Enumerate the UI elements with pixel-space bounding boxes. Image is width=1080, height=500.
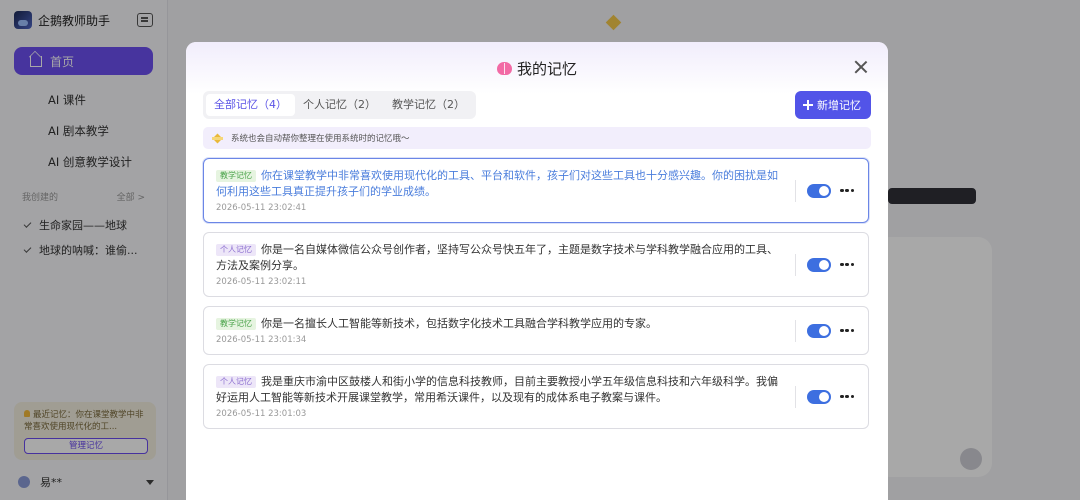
memory-date: 2026-05-11 23:02:41 xyxy=(216,203,307,213)
memory-tag: 教学记忆 xyxy=(216,170,256,182)
notice-text: 系统也会自动帮你整理在使用系统时的记忆哦～ xyxy=(231,134,410,144)
memory-enabled-toggle[interactable] xyxy=(807,183,831,198)
memory-content: 教学记忆 你在课堂教学中非常喜欢使用现代化的工具、平台和软件，孩子们对这些工具也十… xyxy=(216,168,778,200)
brain-icon xyxy=(496,61,512,75)
memory-tag: 个人记忆 xyxy=(216,376,256,388)
memory-list: 教学记忆 你在课堂教学中非常喜欢使用现代化的工具、平台和软件，孩子们对这些工具也十… xyxy=(203,158,869,438)
memory-content: 教学记忆 你是一名擅长人工智能等新技术，包括数字化技术工具融合学科教学应用的专家。 xyxy=(216,316,778,332)
memory-enabled-toggle[interactable] xyxy=(807,389,831,404)
sparkle-icon xyxy=(212,134,223,143)
add-memory-label: 新增记忆 xyxy=(817,99,861,112)
memory-text: 你是一名擅长人工智能等新技术，包括数字化技术工具融合学科教学应用的专家。 xyxy=(261,317,657,330)
tab-all-memories[interactable]: 全部记忆（4） xyxy=(206,94,295,116)
memory-modal: 我的记忆 全部记忆（4） 个人记忆（2） 教学记忆（2） 新增记忆 系统也会自动… xyxy=(186,42,888,500)
more-icon[interactable] xyxy=(840,394,855,399)
divider xyxy=(795,179,796,202)
modal-title: 我的记忆 xyxy=(516,59,577,78)
modal-header: 我的记忆 xyxy=(186,42,888,94)
memory-content: 个人记忆 你是一名自媒体微信公众号创作者，坚持写公众号快五年了，主题是数字技术与学… xyxy=(216,242,778,274)
memory-tag: 个人记忆 xyxy=(216,244,256,256)
memory-card[interactable]: 个人记忆 我是重庆市渝中区鼓楼人和街小学的信息科技教师，目前主要教授小学五年级信息… xyxy=(203,364,869,429)
memory-date: 2026-05-11 23:02:11 xyxy=(216,277,307,287)
memory-card[interactable]: 教学记忆 你在课堂教学中非常喜欢使用现代化的工具、平台和软件，孩子们对这些工具也十… xyxy=(203,158,869,223)
memory-tabs: 全部记忆（4） 个人记忆（2） 教学记忆（2） xyxy=(203,91,476,119)
memory-enabled-toggle[interactable] xyxy=(807,323,831,338)
add-memory-button[interactable]: 新增记忆 xyxy=(795,91,871,119)
memory-content: 个人记忆 我是重庆市渝中区鼓楼人和街小学的信息科技教师，目前主要教授小学五年级信息… xyxy=(216,374,778,406)
memory-enabled-toggle[interactable] xyxy=(807,257,831,272)
memory-card[interactable]: 教学记忆 你是一名擅长人工智能等新技术，包括数字化技术工具融合学科教学应用的专家。… xyxy=(203,306,869,355)
divider xyxy=(795,319,796,342)
memory-date: 2026-05-11 23:01:34 xyxy=(216,335,307,345)
more-icon[interactable] xyxy=(840,262,855,267)
memory-text: 你是一名自媒体微信公众号创作者，坚持写公众号快五年了，主题是数字技术与学科教学融… xyxy=(216,243,778,272)
memory-text: 我是重庆市渝中区鼓楼人和街小学的信息科技教师，目前主要教授小学五年级信息科技和六… xyxy=(216,375,778,404)
tab-teaching-memories[interactable]: 教学记忆（2） xyxy=(384,94,473,116)
more-icon[interactable] xyxy=(840,188,855,193)
divider xyxy=(795,385,796,408)
more-icon[interactable] xyxy=(840,328,855,333)
info-notice: 系统也会自动帮你整理在使用系统时的记忆哦～ xyxy=(203,127,871,149)
plus-icon xyxy=(803,100,813,110)
memory-date: 2026-05-11 23:01:03 xyxy=(216,409,307,419)
tab-personal-memories[interactable]: 个人记忆（2） xyxy=(295,94,384,116)
memory-card[interactable]: 个人记忆 你是一名自媒体微信公众号创作者，坚持写公众号快五年了，主题是数字技术与学… xyxy=(203,232,869,297)
modal-toolbar: 全部记忆（4） 个人记忆（2） 教学记忆（2） 新增记忆 xyxy=(203,91,871,119)
memory-tag: 教学记忆 xyxy=(216,318,256,330)
memory-text: 你在课堂教学中非常喜欢使用现代化的工具、平台和软件，孩子们对这些工具也十分感兴趣… xyxy=(216,169,778,198)
divider xyxy=(795,253,796,276)
close-icon[interactable] xyxy=(854,60,868,74)
